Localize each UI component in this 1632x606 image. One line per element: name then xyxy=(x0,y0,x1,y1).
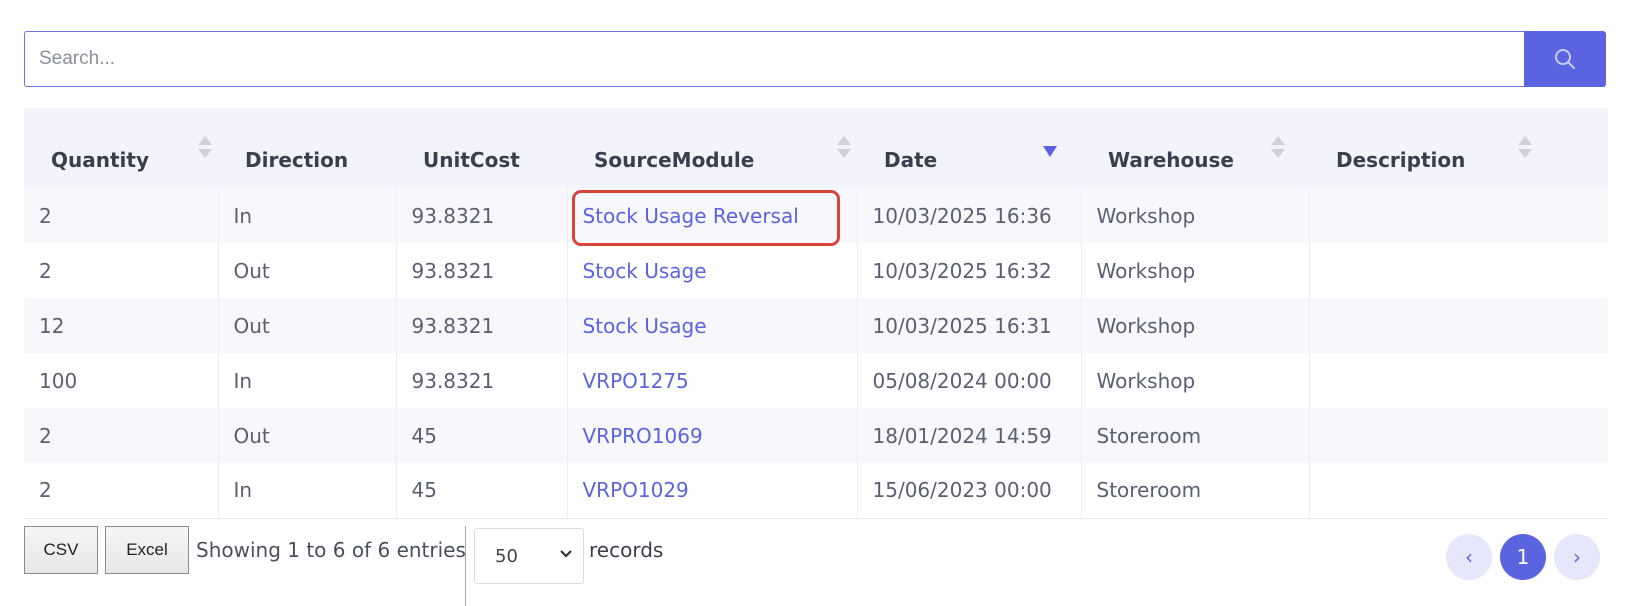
page-size-select[interactable]: 50 xyxy=(474,528,584,584)
cell-unitcost: 45 xyxy=(396,463,568,519)
column-header-quantity[interactable]: Quantity xyxy=(24,108,218,188)
sort-icon xyxy=(198,136,212,162)
csv-export-button[interactable]: CSV xyxy=(24,526,98,574)
search-bar xyxy=(24,31,1606,87)
stock-movements-table: Quantity Direction UnitCost SourceModule… xyxy=(24,108,1608,519)
cell-description xyxy=(1309,408,1608,463)
cell-warehouse: Workshop xyxy=(1081,243,1310,298)
entries-info: Showing 1 to 6 of 6 entries xyxy=(196,538,466,562)
search-button[interactable] xyxy=(1524,31,1606,87)
sort-icon xyxy=(1271,136,1285,162)
cell-direction: In xyxy=(218,353,397,408)
cell-description xyxy=(1309,298,1608,353)
cell-warehouse: Storeroom xyxy=(1081,463,1310,519)
page-1-button[interactable]: 1 xyxy=(1500,534,1546,580)
cell-description xyxy=(1309,463,1608,519)
cell-direction: Out xyxy=(218,298,397,353)
cell-warehouse: Workshop xyxy=(1081,353,1310,408)
source-module-link[interactable]: VRPRO1069 xyxy=(567,408,858,463)
table-row: 100 In 93.8321 VRPO1275 05/08/2024 00:00… xyxy=(24,353,1608,408)
cell-description xyxy=(1309,243,1608,298)
cell-quantity: 2 xyxy=(24,408,219,463)
sort-icon xyxy=(837,136,851,162)
sort-icon xyxy=(1518,136,1532,162)
cell-quantity: 2 xyxy=(24,243,219,298)
cell-date: 10/03/2025 16:36 xyxy=(857,188,1082,243)
next-page-button[interactable]: › xyxy=(1554,534,1600,580)
column-header-sourcemodule[interactable]: SourceModule xyxy=(567,108,857,188)
cell-direction: Out xyxy=(218,408,397,463)
highlight-box xyxy=(571,189,840,246)
cell-date: 10/03/2025 16:32 xyxy=(857,243,1082,298)
table-row: 2 In 45 VRPO1029 15/06/2023 00:00 Storer… xyxy=(24,463,1608,519)
cell-date: 10/03/2025 16:31 xyxy=(857,298,1082,353)
divider xyxy=(465,526,466,606)
prev-page-button[interactable]: ‹ xyxy=(1446,534,1492,580)
cell-description xyxy=(1309,188,1608,243)
table-row: 2 Out 45 VRPRO1069 18/01/2024 14:59 Stor… xyxy=(24,408,1608,463)
source-module-link[interactable]: VRPO1275 xyxy=(567,353,858,408)
cell-warehouse: Workshop xyxy=(1081,298,1310,353)
excel-export-button[interactable]: Excel xyxy=(105,526,189,574)
cell-unitcost: 93.8321 xyxy=(396,353,568,408)
stock-movements-table-container: Quantity Direction UnitCost SourceModule… xyxy=(24,108,1608,519)
cell-unitcost: 93.8321 xyxy=(396,298,568,353)
cell-warehouse: Storeroom xyxy=(1081,408,1310,463)
cell-quantity: 100 xyxy=(24,353,219,408)
cell-unitcost: 93.8321 xyxy=(396,188,568,243)
search-input[interactable] xyxy=(24,31,1524,87)
table-header-row: Quantity Direction UnitCost SourceModule… xyxy=(24,108,1608,188)
table-row: 12 Out 93.8321 Stock Usage 10/03/2025 16… xyxy=(24,298,1608,353)
column-header-date[interactable]: Date xyxy=(857,108,1081,188)
search-icon xyxy=(1555,49,1575,69)
cell-unitcost: 45 xyxy=(396,408,568,463)
cell-quantity: 2 xyxy=(24,188,219,243)
cell-quantity: 12 xyxy=(24,298,219,353)
sort-desc-icon xyxy=(1043,136,1057,162)
table-row: 2 Out 93.8321 Stock Usage 10/03/2025 16:… xyxy=(24,243,1608,298)
column-header-warehouse[interactable]: Warehouse xyxy=(1081,108,1309,188)
column-header-description[interactable]: Description xyxy=(1309,108,1608,188)
cell-date: 18/01/2024 14:59 xyxy=(857,408,1082,463)
cell-quantity: 2 xyxy=(24,463,219,519)
source-module-link[interactable]: VRPO1029 xyxy=(567,463,858,519)
column-header-direction[interactable]: Direction xyxy=(218,108,396,188)
cell-sourcemodule[interactable]: Stock Usage Reversal xyxy=(567,188,858,246)
table-footer: CSV Excel Showing 1 to 6 of 6 entries 50… xyxy=(24,526,1608,606)
cell-date: 05/08/2024 00:00 xyxy=(857,353,1082,408)
cell-direction: In xyxy=(218,463,397,519)
records-label: records xyxy=(589,538,664,562)
cell-warehouse: Workshop xyxy=(1081,188,1310,243)
source-module-link[interactable]: Stock Usage xyxy=(567,298,858,353)
cell-direction: In xyxy=(218,188,397,243)
chevron-down-icon xyxy=(560,550,572,558)
cell-direction: Out xyxy=(218,243,397,298)
cell-description xyxy=(1309,353,1608,408)
cell-date: 15/06/2023 00:00 xyxy=(857,463,1082,519)
table-row: 2 In 93.8321 Stock Usage Reversal 10/03/… xyxy=(24,188,1608,246)
source-module-link[interactable]: Stock Usage Reversal xyxy=(571,189,840,246)
column-header-unitcost[interactable]: UnitCost xyxy=(396,108,567,188)
cell-unitcost: 93.8321 xyxy=(396,243,568,298)
page-size-value: 50 xyxy=(495,545,518,567)
source-module-link[interactable]: Stock Usage xyxy=(567,243,858,298)
